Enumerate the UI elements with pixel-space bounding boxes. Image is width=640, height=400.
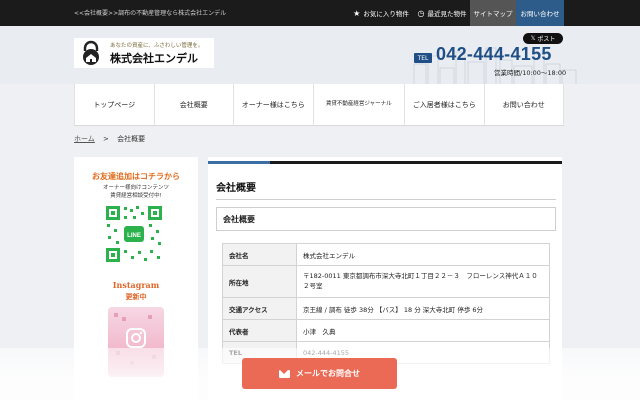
instagram-banner-subtitle: 更新中 [125, 293, 147, 301]
row-label: 交通アクセス [222, 297, 297, 320]
instagram-banner-title: Instagram [112, 280, 160, 290]
breadcrumb-current: 会社概要 [117, 135, 146, 143]
business-hours: 営業時間/10:00～18:00 [494, 69, 567, 77]
line-banner-sub2: 賃貸経営相談受付中! [110, 192, 162, 199]
lock-logo-icon [83, 40, 99, 65]
top-bar: <<会社概要>>調布の不動産管理なら株式会社エンデル ★ お気に入り物件 ◷ 最… [0, 0, 640, 26]
nav-item-contact[interactable]: お問い合わせ [485, 84, 564, 125]
line-banner-sub1: オーナー様向けコンテンツ [102, 185, 169, 191]
row-label: 代表者 [222, 319, 297, 342]
site-tagline: <<会社概要>>調布の不動産管理なら株式会社エンデル [74, 10, 227, 17]
breadcrumb: ホーム > 会社概要 [74, 134, 145, 144]
nav-item-top[interactable]: トップページ [74, 84, 155, 125]
x-post-button[interactable]: 𝕏 ポスト [523, 33, 563, 44]
top-contact-link[interactable]: お問い合わせ [516, 0, 564, 26]
recent-viewed-link[interactable]: ◷ 最近見た物件 [414, 0, 470, 26]
global-nav: トップページ 会社概要 オーナー様はこちら 賃貸不動産経営ジャーナル ご入居者様… [74, 84, 564, 126]
section-title: 会社概要 [223, 215, 255, 224]
clock-icon: ◷ [417, 8, 425, 18]
nav-item-company[interactable]: 会社概要 [155, 84, 234, 125]
title-divider [216, 199, 556, 200]
company-name: 株式会社エンデル [110, 51, 198, 65]
table-row: 会社名 株式会社エンデル [222, 243, 550, 266]
nav-item-residents[interactable]: ご入居者様はこちら [405, 84, 485, 125]
phone-number[interactable]: 042-444-4155 [436, 44, 552, 65]
table-row: 交通アクセス 京王線 / 調布 徒歩 38分 【バス】 18 分 深大寺北町 停… [222, 297, 550, 320]
section-heading-box: 会社概要 [216, 207, 556, 231]
site-header: あなたの資産に、ふさわしい管理を。 株式会社エンデル 𝕏 ポスト TEL 042… [0, 26, 640, 84]
line-banner-subtitle: オーナー様向けコンテンツ 賃貸経営相談受付中! [74, 185, 198, 201]
breadcrumb-home[interactable]: ホーム [74, 135, 95, 143]
favorites-link[interactable]: ★ お気に入り物件 [350, 0, 412, 26]
table-row: 所在地 〒182-0011 東京都調布市深大寺北町１丁目２２－３ フローレンス神… [222, 265, 550, 298]
row-label: 会社名 [222, 243, 297, 266]
tel-badge: TEL [414, 53, 432, 63]
mail-contact-button[interactable]: メールでお問合せ [242, 358, 397, 389]
nav-item-journal[interactable]: 賃貸不動産経営ジャーナル [314, 84, 405, 125]
logo-tagline: あなたの資産に、ふさわしい管理を。 [110, 42, 204, 49]
table-row: 代表者 小津 久典 [222, 319, 550, 342]
sitemap-link[interactable]: サイトマップ [470, 0, 516, 26]
mail-contact-label: メールでお問合せ [296, 369, 360, 378]
line-qr-code[interactable]: LINE [104, 204, 164, 264]
page-title: 会社概要 [216, 183, 256, 194]
row-label: 所在地 [222, 265, 297, 298]
recent-label: 最近見た物件 [427, 10, 467, 18]
row-value: 〒182-0011 東京都調布市深大寺北町１丁目２２－３ フローレンス神代Ａ１０… [296, 265, 550, 298]
row-value: 株式会社エンデル [296, 243, 550, 266]
line-logo-icon: LINE [127, 233, 141, 239]
x-post-label: ポスト [537, 36, 556, 43]
line-banner-title: お友達追加はコチラから [92, 172, 180, 181]
envelope-icon [279, 369, 290, 378]
x-icon: 𝕏 [530, 35, 536, 42]
breadcrumb-separator: > [103, 135, 109, 143]
row-value: 小津 久典 [296, 319, 550, 342]
favorites-label: お気に入り物件 [363, 10, 409, 18]
star-icon: ★ [353, 8, 361, 18]
nav-item-owners[interactable]: オーナー様はこちら [234, 84, 314, 125]
company-info-table: 会社名 株式会社エンデル 所在地 〒182-0011 東京都調布市深大寺北町１丁… [222, 243, 550, 364]
row-value: 京王線 / 調布 徒歩 38分 【バス】 18 分 深大寺北町 停歩 6分 [296, 297, 550, 320]
title-rule [208, 161, 562, 164]
site-logo[interactable]: あなたの資産に、ふさわしい管理を。 株式会社エンデル [74, 38, 214, 68]
